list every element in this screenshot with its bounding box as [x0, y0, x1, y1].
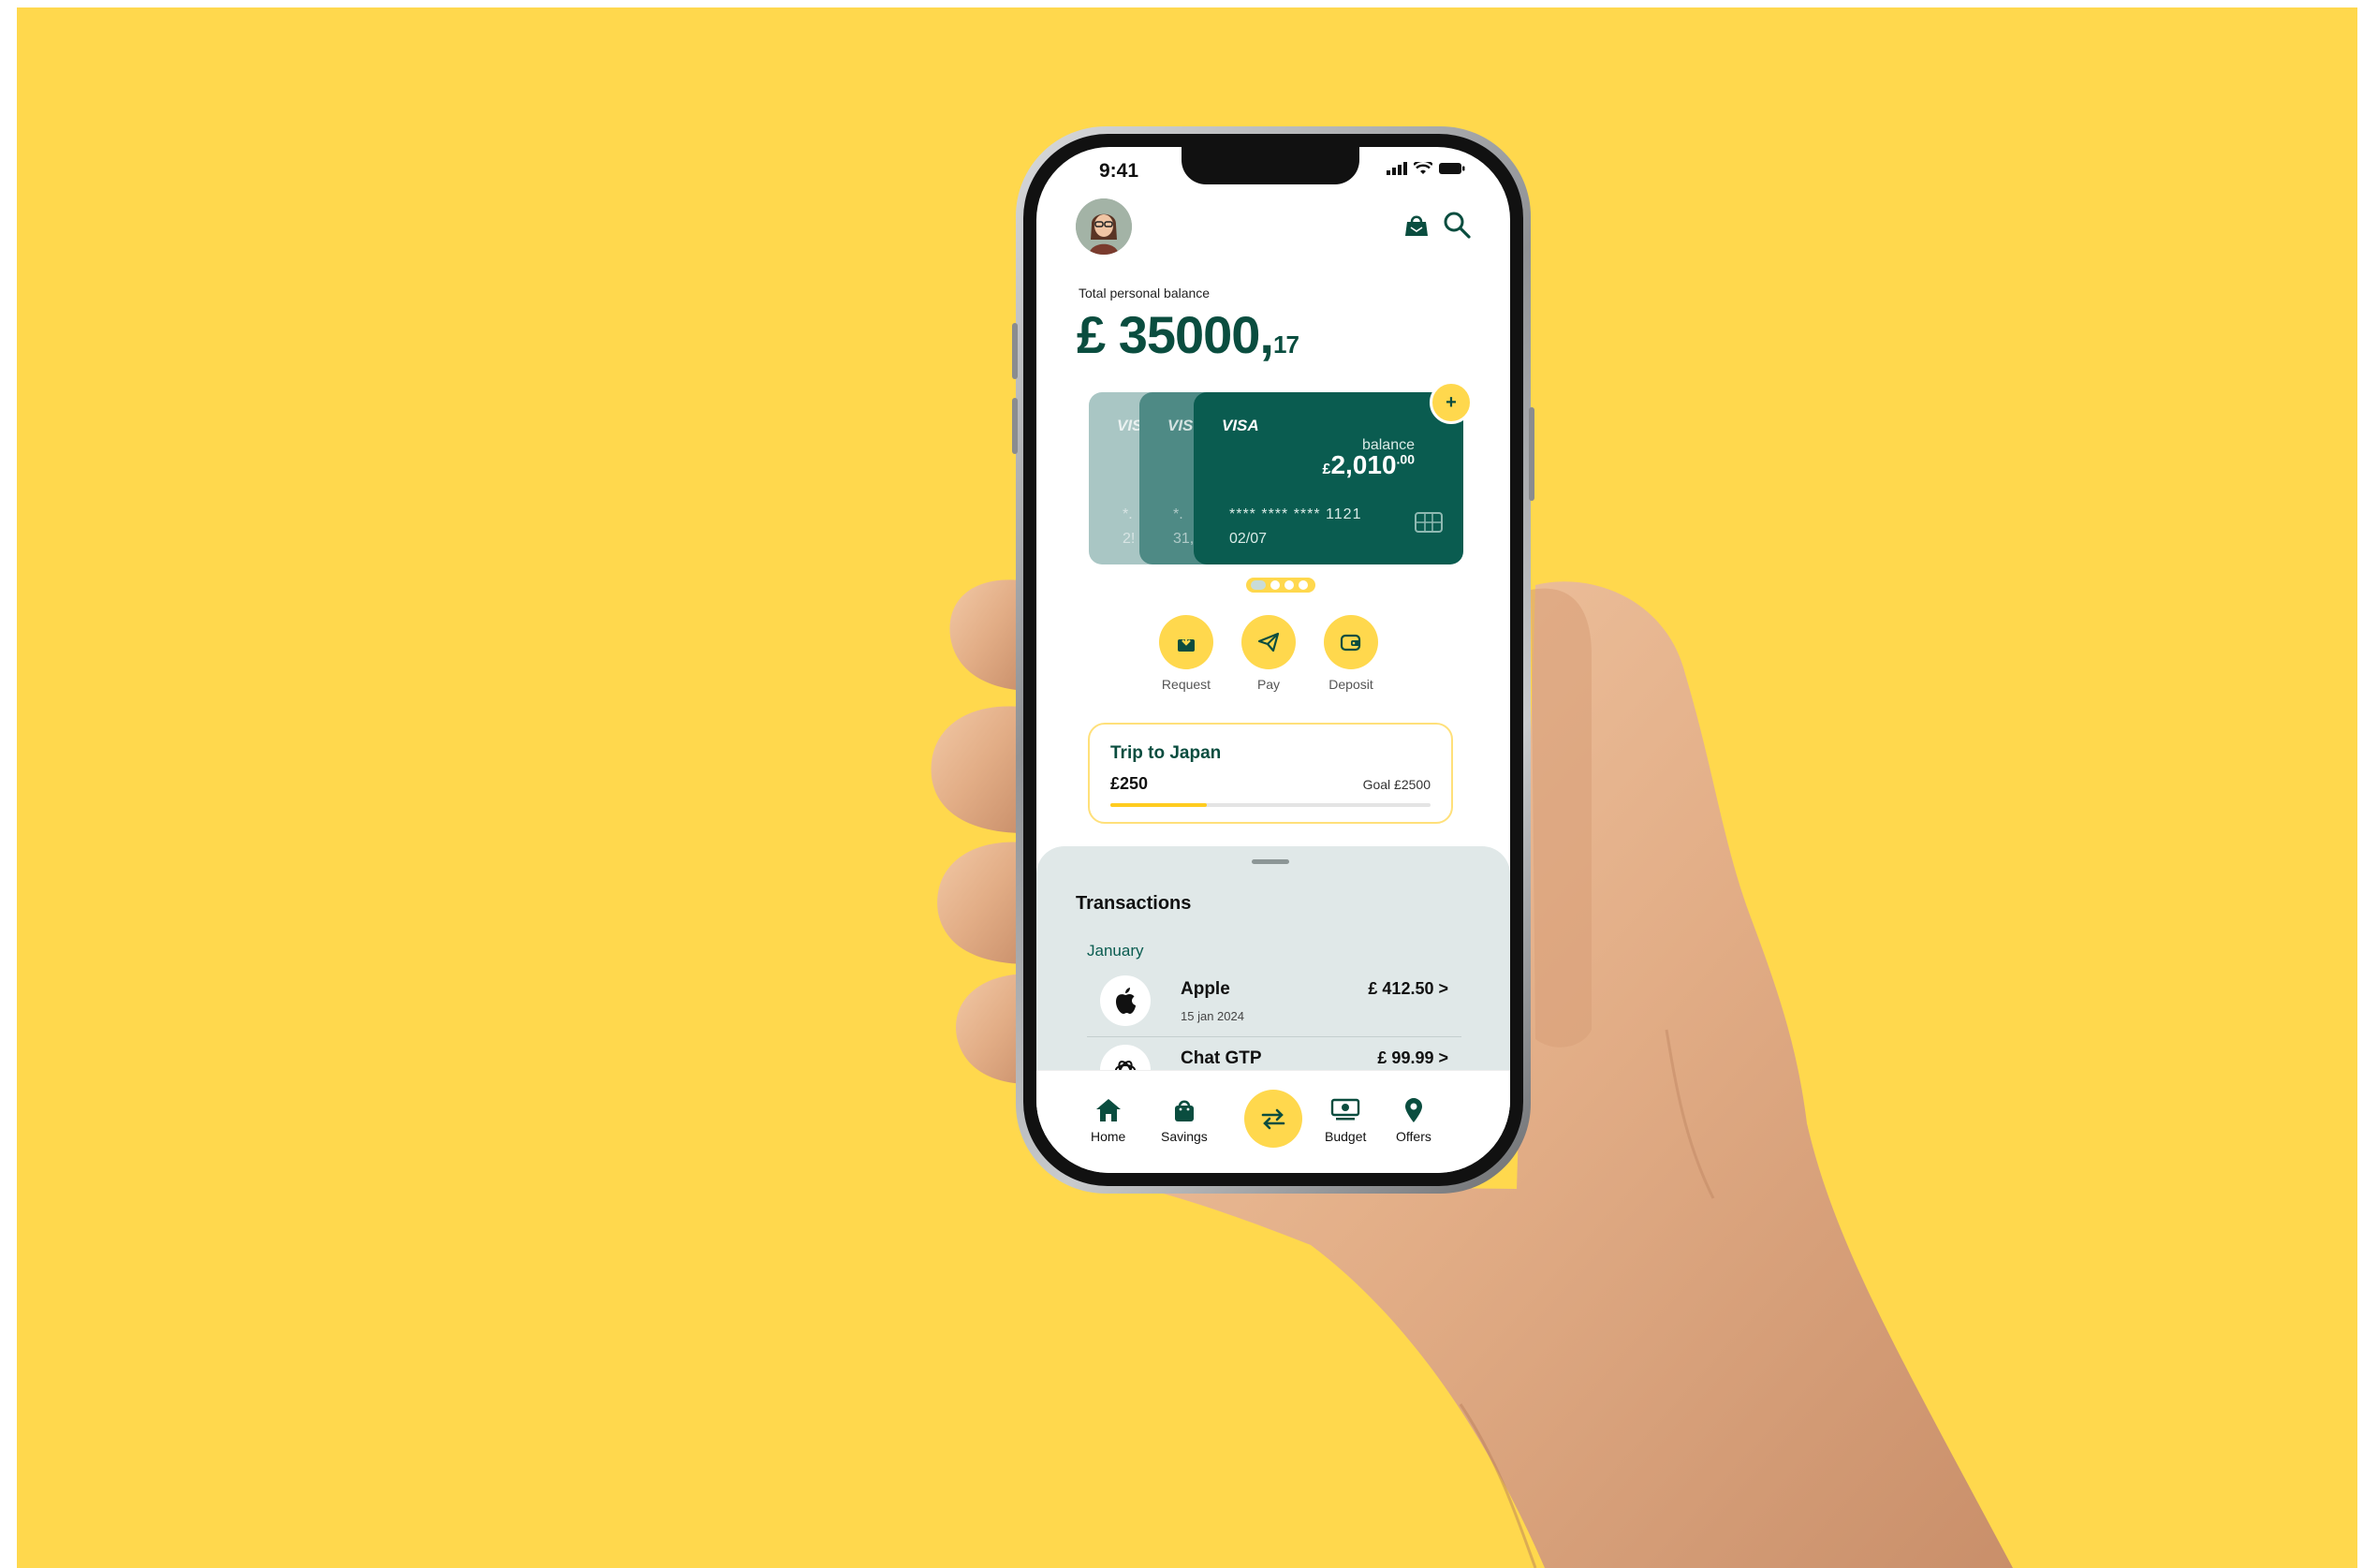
budget-icon — [1330, 1098, 1360, 1121]
transaction-divider — [1087, 1036, 1461, 1037]
phone-device: 9:41 Total personal balance £ 35000,17 V… — [1012, 126, 1534, 1194]
card-balance-decimals: .00 — [1396, 451, 1415, 467]
home-icon — [1095, 1099, 1121, 1121]
request-button[interactable]: Request — [1158, 615, 1214, 692]
card-number: **** **** **** 1121 — [1229, 506, 1362, 522]
tab-savings-label: Savings — [1161, 1129, 1208, 1144]
balance-label: Total personal balance — [1079, 286, 1211, 300]
balance-cents: 17 — [1272, 330, 1299, 359]
bank-bag-icon[interactable] — [1403, 212, 1430, 237]
card-expiry-partial: 2! — [1123, 531, 1136, 547]
phone-bezel: 9:41 Total personal balance £ 35000,17 V… — [1023, 134, 1523, 1186]
tab-budget[interactable]: Budget — [1325, 1097, 1366, 1144]
add-card-button[interactable]: + — [1430, 381, 1473, 424]
tab-home[interactable]: Home — [1091, 1097, 1125, 1144]
goal-progress-fill — [1110, 803, 1207, 807]
battery-icon — [1439, 163, 1465, 174]
profile-avatar[interactable] — [1076, 198, 1132, 255]
transaction-amount: £ 99.99 > — [1377, 1048, 1448, 1067]
pager-dot[interactable] — [1299, 580, 1308, 590]
status-time: 9:41 — [1099, 160, 1139, 182]
goal-progress-track — [1110, 803, 1431, 807]
transaction-name: Apple — [1181, 979, 1230, 999]
app-screen: 9:41 Total personal balance £ 35000,17 V… — [1036, 147, 1510, 1173]
pay-circle[interactable] — [1241, 615, 1296, 669]
bottom-tab-bar: Home Savings Budget Offers — [1036, 1070, 1510, 1173]
card-pager[interactable] — [1246, 578, 1315, 593]
tab-offers-label: Offers — [1396, 1129, 1431, 1144]
goal-amount: £250 — [1110, 774, 1149, 793]
location-pin-icon — [1404, 1098, 1422, 1122]
card-number-partial: *. — [1173, 506, 1183, 522]
savings-bag-icon — [1174, 1100, 1194, 1121]
savings-goal-card[interactable]: Trip to Japan £250 Goal £2500 — [1088, 723, 1453, 824]
tab-offers[interactable]: Offers — [1396, 1097, 1431, 1144]
apple-logo-circle — [1100, 975, 1151, 1026]
pager-dot[interactable] — [1284, 580, 1294, 590]
card-expiry: 02/07 — [1229, 531, 1268, 547]
pager-dot-active[interactable] — [1251, 580, 1266, 590]
card-expiry-partial: 31, — [1173, 531, 1195, 547]
transaction-date: 15 jan 2024 — [1181, 1009, 1244, 1023]
volume-up-button — [1012, 323, 1018, 379]
apple-icon — [1116, 988, 1136, 1014]
send-icon — [1257, 632, 1280, 652]
card-balance-amount: 2,010 — [1330, 450, 1397, 479]
tab-budget-label: Budget — [1325, 1129, 1367, 1144]
card-brand: VISA — [1222, 417, 1259, 434]
request-circle[interactable] — [1159, 615, 1213, 669]
balance-main: £ 35000, — [1077, 305, 1274, 364]
status-icons — [1387, 162, 1465, 175]
transfer-icon — [1261, 1108, 1285, 1130]
power-button — [1529, 407, 1534, 501]
pay-button[interactable]: Pay — [1240, 615, 1297, 692]
quick-actions: Request Pay Deposit — [1158, 615, 1379, 692]
card-front[interactable]: VISA balance £2,010.00 **** **** **** 11… — [1194, 392, 1463, 564]
request-icon — [1178, 633, 1195, 652]
tab-home-label: Home — [1091, 1129, 1126, 1144]
sheet-drag-handle[interactable] — [1252, 859, 1289, 864]
card-balance: £2,010.00 — [1323, 450, 1415, 480]
transaction-row[interactable]: Apple 15 jan 2024 £ 412.50 > — [1087, 975, 1461, 1032]
card-brand: VIS — [1167, 417, 1194, 434]
transfer-button[interactable] — [1244, 1090, 1302, 1148]
card-number-partial: *. — [1123, 506, 1133, 522]
deposit-button[interactable]: Deposit — [1323, 615, 1379, 692]
pay-label: Pay — [1256, 677, 1281, 692]
deposit-circle[interactable] — [1324, 615, 1378, 669]
request-label: Request — [1161, 677, 1211, 692]
signal-icon — [1387, 162, 1407, 175]
header-actions — [1403, 211, 1471, 239]
transaction-name: Chat GTP — [1181, 1048, 1262, 1068]
transactions-month: January — [1087, 942, 1144, 960]
deposit-label: Deposit — [1328, 677, 1373, 692]
goal-target: Goal £2500 — [1362, 777, 1431, 792]
tab-savings[interactable]: Savings — [1161, 1097, 1208, 1144]
transactions-title: Transactions — [1076, 893, 1192, 914]
avatar-icon — [1076, 198, 1132, 255]
search-icon[interactable] — [1443, 211, 1471, 239]
pager-dot[interactable] — [1270, 580, 1280, 590]
goal-title: Trip to Japan — [1110, 743, 1222, 763]
transaction-amount: £ 412.50 > — [1368, 979, 1448, 998]
wallet-icon — [1340, 634, 1361, 652]
notch — [1182, 147, 1359, 184]
volume-down-button — [1012, 398, 1018, 454]
wifi-icon — [1414, 162, 1432, 174]
card-chip-icon — [1415, 512, 1443, 533]
total-balance: £ 35000,17 — [1077, 304, 1299, 365]
